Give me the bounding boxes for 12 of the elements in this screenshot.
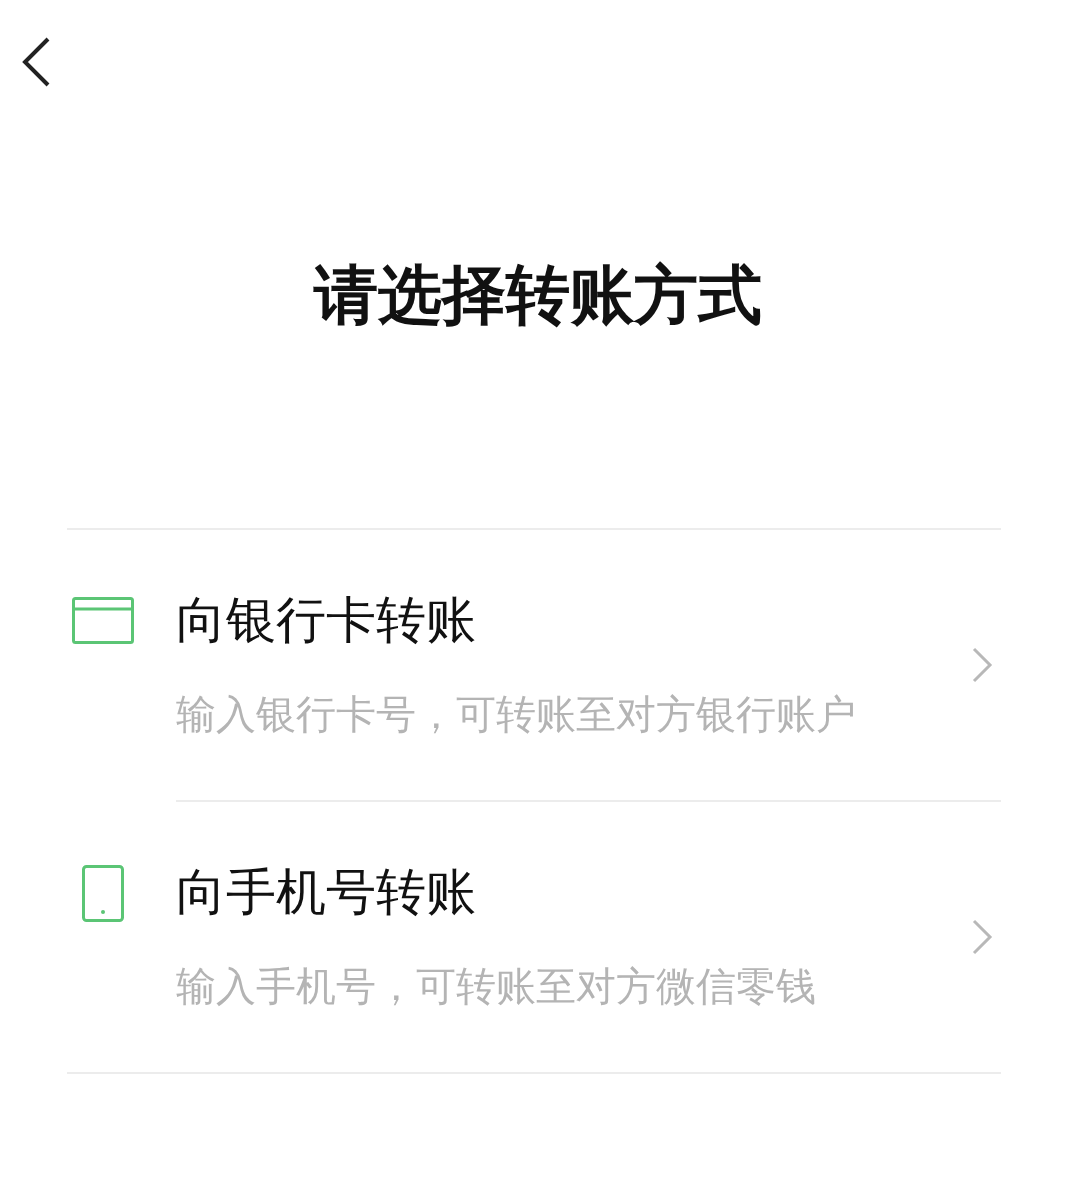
page-title: 请选择转账方式 <box>312 257 763 334</box>
chevron-right-icon <box>971 646 993 684</box>
back-icon[interactable] <box>20 36 52 88</box>
option-title: 向手机号转账 <box>176 864 477 920</box>
chevron-right-icon <box>971 918 993 956</box>
card-icon <box>72 597 134 644</box>
option-description: 输入手机号，可转账至对方微信零钱 <box>176 962 817 1011</box>
option-title: 向银行卡转账 <box>176 592 477 648</box>
transfer-option[interactable]: 向银行卡转账 输入银行卡号，可转账至对方银行账户 <box>0 530 1075 802</box>
option-description: 输入银行卡号，可转账至对方银行账户 <box>176 690 857 739</box>
phone-icon <box>82 865 124 922</box>
transfer-option[interactable]: 向手机号转账 输入手机号，可转账至对方微信零钱 <box>0 802 1075 1072</box>
